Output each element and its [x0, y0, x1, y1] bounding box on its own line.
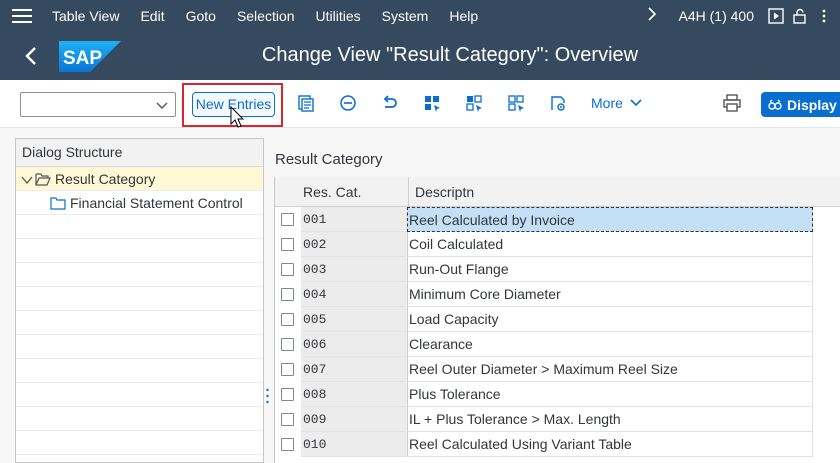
table-row[interactable]: 009 IL + Plus Tolerance > Max. Length	[275, 407, 840, 432]
display-icon	[767, 97, 783, 113]
tree-empty-row	[16, 287, 263, 311]
undo-icon[interactable]	[380, 93, 400, 113]
configuration-icon[interactable]	[548, 93, 568, 113]
res-cat-cell: 003	[301, 257, 407, 282]
system-info: A4H (1) 400	[678, 8, 754, 24]
tree-node-label: Financial Statement Control	[70, 194, 243, 211]
column-header-res-cat[interactable]: Res. Cat.	[303, 184, 361, 200]
folder-icon	[50, 196, 66, 210]
menu-system[interactable]: System	[382, 8, 429, 24]
table-row[interactable]: 004 Minimum Core Diameter	[275, 282, 840, 307]
chevron-right-icon[interactable]	[647, 6, 657, 26]
res-cat-cell: 005	[301, 307, 407, 332]
row-select-checkbox[interactable]	[281, 288, 294, 301]
tree-empty-row	[16, 311, 263, 335]
description-cell[interactable]: Load Capacity	[407, 307, 813, 332]
display-button[interactable]: Display	[761, 92, 840, 117]
hamburger-menu-icon[interactable]	[12, 9, 32, 23]
tree-empty-row	[16, 359, 263, 383]
res-cat-cell: 001	[301, 207, 407, 232]
res-cat-cell: 010	[301, 432, 407, 457]
res-cat-cell: 008	[301, 382, 407, 407]
more-vertical-icon[interactable]	[816, 8, 832, 24]
display-label: Display	[787, 96, 837, 113]
tree-empty-row	[16, 335, 263, 359]
table-row[interactable]: 010 Reel Calculated Using Variant Table	[275, 432, 840, 457]
tree-empty-row	[16, 263, 263, 287]
copy-as-icon[interactable]	[296, 93, 316, 113]
unlock-icon[interactable]	[792, 8, 808, 24]
description-cell[interactable]: Clearance	[407, 332, 813, 357]
command-field-combobox[interactable]	[20, 92, 176, 117]
column-header-description[interactable]: Descriptn	[408, 177, 840, 207]
menu-bar: Table View Edit Goto Selection Utilities…	[0, 0, 840, 32]
mouse-cursor-icon	[230, 105, 246, 130]
dialog-structure-panel: Dialog Structure Result Category Financi…	[15, 138, 264, 463]
table-row[interactable]: 001 Reel Calculated by Invoice	[275, 207, 840, 232]
menu-utilities[interactable]: Utilities	[316, 8, 361, 24]
delete-icon[interactable]	[338, 93, 358, 113]
toolbar: New Entries	[0, 80, 840, 128]
description-cell[interactable]: Coil Calculated	[407, 232, 813, 257]
tree-empty-row	[16, 431, 263, 455]
splitter-handle-icon[interactable]	[266, 388, 269, 404]
open-folder-icon	[35, 172, 51, 186]
table-title: Result Category	[275, 151, 383, 168]
menu-help[interactable]: Help	[449, 8, 478, 24]
select-block-icon[interactable]	[464, 93, 484, 113]
expand-arrow-icon[interactable]	[21, 173, 33, 185]
dialog-structure-header: Dialog Structure	[16, 139, 263, 167]
page-title: Change View "Result Category": Overview	[261, 44, 639, 66]
res-cat-cell: 009	[301, 407, 407, 432]
more-menu-button[interactable]: More	[591, 95, 642, 111]
res-cat-cell: 007	[301, 357, 407, 382]
tree-empty-row	[16, 215, 263, 239]
description-cell[interactable]: Reel Outer Diameter > Maximum Reel Size	[407, 357, 813, 382]
row-select-checkbox[interactable]	[281, 363, 294, 376]
select-all-icon[interactable]	[422, 93, 442, 113]
deselect-all-icon[interactable]	[506, 93, 526, 113]
tree-node-financial-statement-control[interactable]: Financial Statement Control	[16, 191, 263, 215]
tree-empty-row	[16, 239, 263, 263]
row-select-checkbox[interactable]	[281, 438, 294, 451]
menu-goto[interactable]: Goto	[186, 8, 216, 24]
table-row[interactable]: 007 Reel Outer Diameter > Maximum Reel Si…	[275, 357, 840, 382]
row-select-checkbox[interactable]	[281, 213, 294, 226]
play-icon[interactable]	[768, 8, 784, 24]
tree-node-label: Result Category	[55, 170, 156, 187]
menu-table-view[interactable]: Table View	[52, 8, 119, 24]
tree-empty-row	[16, 383, 263, 407]
description-cell[interactable]: Plus Tolerance	[407, 382, 813, 407]
res-cat-cell: 004	[301, 282, 407, 307]
row-select-checkbox[interactable]	[281, 388, 294, 401]
description-cell[interactable]: Reel Calculated by Invoice	[407, 207, 813, 232]
result-category-table: Res. Cat. Descriptn 001 Reel Calculated b…	[274, 177, 840, 463]
table-row[interactable]: 002 Coil Calculated	[275, 232, 840, 257]
table-row[interactable]: 003 Run-Out Flange	[275, 257, 840, 282]
tree-node-result-category[interactable]: Result Category	[16, 167, 263, 191]
row-select-checkbox[interactable]	[281, 338, 294, 351]
table-row[interactable]: 006 Clearance	[275, 332, 840, 357]
res-cat-cell: 006	[301, 332, 407, 357]
menu-selection[interactable]: Selection	[237, 8, 295, 24]
description-cell[interactable]: Minimum Core Diameter	[407, 282, 813, 307]
more-label: More	[591, 95, 623, 111]
chevron-down-icon[interactable]	[155, 98, 169, 112]
row-select-checkbox[interactable]	[281, 238, 294, 251]
menu-edit[interactable]: Edit	[140, 8, 164, 24]
tree-empty-row	[16, 407, 263, 431]
table-header: Res. Cat. Descriptn	[275, 177, 840, 207]
table-row[interactable]: 005 Load Capacity	[275, 307, 840, 332]
row-select-checkbox[interactable]	[281, 263, 294, 276]
chevron-down-icon	[630, 98, 642, 108]
row-select-checkbox[interactable]	[281, 413, 294, 426]
table-row[interactable]: 008 Plus Tolerance	[275, 382, 840, 407]
description-cell[interactable]: Reel Calculated Using Variant Table	[407, 432, 813, 457]
res-cat-cell: 002	[301, 232, 407, 257]
row-select-checkbox[interactable]	[281, 313, 294, 326]
print-icon[interactable]	[722, 93, 742, 113]
title-bar: SAP Change View "Result Category": Overv…	[0, 32, 840, 80]
description-cell[interactable]: IL + Plus Tolerance > Max. Length	[407, 407, 813, 432]
description-cell[interactable]: Run-Out Flange	[407, 257, 813, 282]
